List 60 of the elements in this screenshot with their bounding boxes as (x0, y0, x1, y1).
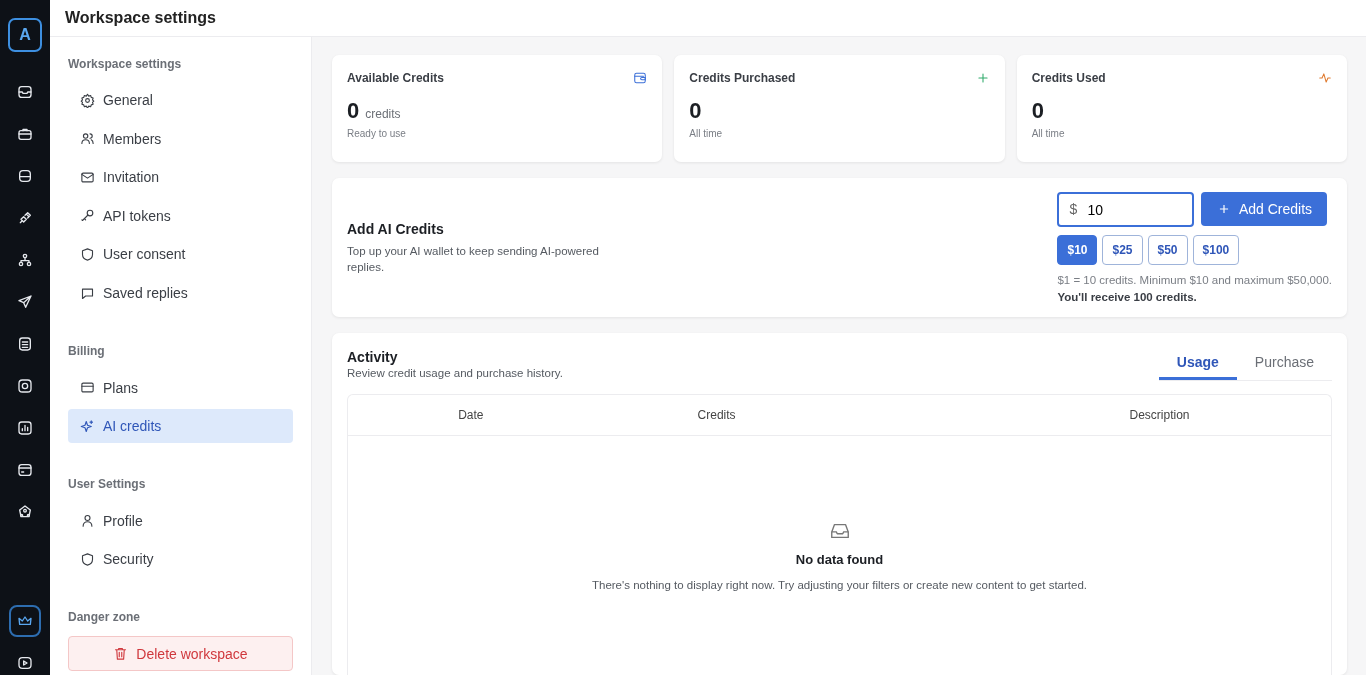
shield-icon (80, 246, 95, 262)
workspace-logo[interactable]: A (8, 18, 42, 52)
tab[interactable]: Purchase (1236, 349, 1332, 380)
card-title: Credits Used (1031, 71, 1106, 85)
stat-unit: credits (365, 107, 401, 121)
section-description: Top up your AI wallet to keep sending AI-powered replies. (347, 243, 600, 275)
trash-icon (113, 646, 129, 662)
credits-note: $1 = 10 credits. Minimum $10 and maximum $50,000. (1057, 274, 1332, 286)
nav-item[interactable]: Members (68, 121, 293, 157)
empty-message: There's nothing to display right now. Try adjusting your filters or create new content to get started. (591, 579, 1087, 591)
stat-value: 0 (689, 98, 702, 124)
column-header: Description (1128, 408, 1190, 422)
amount-chip[interactable]: $25 (1102, 235, 1143, 265)
section-heading: Add AI Credits (347, 220, 445, 237)
stat-caption: Ready to use (347, 128, 407, 139)
page-title: Workspace settings (65, 9, 216, 27)
crown-icon[interactable] (9, 605, 41, 637)
column-header: Date (458, 408, 484, 422)
card-title: Available Credits (347, 71, 444, 85)
nav-item[interactable]: API tokens (68, 198, 293, 234)
card-icon (80, 380, 95, 396)
section-title: Billing (68, 344, 106, 359)
column-header: Credits (697, 408, 736, 422)
wallet-icon (633, 71, 648, 85)
nav-item[interactable]: User consent (68, 237, 293, 272)
add-credits-button[interactable]: Add Credits (1201, 192, 1328, 226)
nav-item[interactable]: AI credits (68, 408, 293, 444)
nav-item[interactable]: Invitation (68, 160, 293, 195)
section-title: Workspace settings (68, 57, 183, 71)
nav-item[interactable]: Saved replies (68, 275, 293, 311)
activity-icon (1318, 71, 1332, 85)
section-title: User Settings (68, 477, 147, 492)
stat-caption: All time (689, 128, 724, 139)
envelope-icon (80, 169, 95, 185)
amount-chip[interactable]: $10 (1057, 235, 1098, 265)
stat-value: 0 (347, 98, 360, 124)
delete-button[interactable]: Delete workspace (68, 636, 293, 672)
shield-icon (80, 551, 95, 567)
section-title: Danger zone (68, 610, 141, 625)
nav-item[interactable]: General (68, 83, 293, 118)
amount-chip[interactable]: $50 (1147, 235, 1188, 265)
credits-summary: You'll receive 100 credits. (1057, 291, 1198, 303)
nav-item[interactable]: Plans (68, 370, 293, 405)
stat-value: 0 (1031, 98, 1044, 124)
section-description: Review credit usage and purchase history. (347, 367, 563, 379)
section-heading: Activity (347, 349, 399, 365)
amount-chip[interactable]: $100 (1192, 235, 1240, 265)
gear-icon (80, 92, 95, 108)
tab[interactable]: Usage (1158, 349, 1237, 380)
key-icon (80, 208, 95, 224)
currency-symbol: $ (1069, 201, 1078, 217)
nav-item[interactable]: Profile (68, 503, 293, 538)
sparkle-icon (80, 418, 95, 434)
nav-item[interactable]: Security (68, 541, 293, 577)
person-icon (80, 513, 95, 529)
card-title: Credits Purchased (689, 71, 796, 85)
plus-icon (975, 71, 990, 85)
chat-icon (80, 285, 95, 301)
stat-caption: All time (1031, 128, 1066, 139)
empty-title: No data found (795, 552, 884, 567)
